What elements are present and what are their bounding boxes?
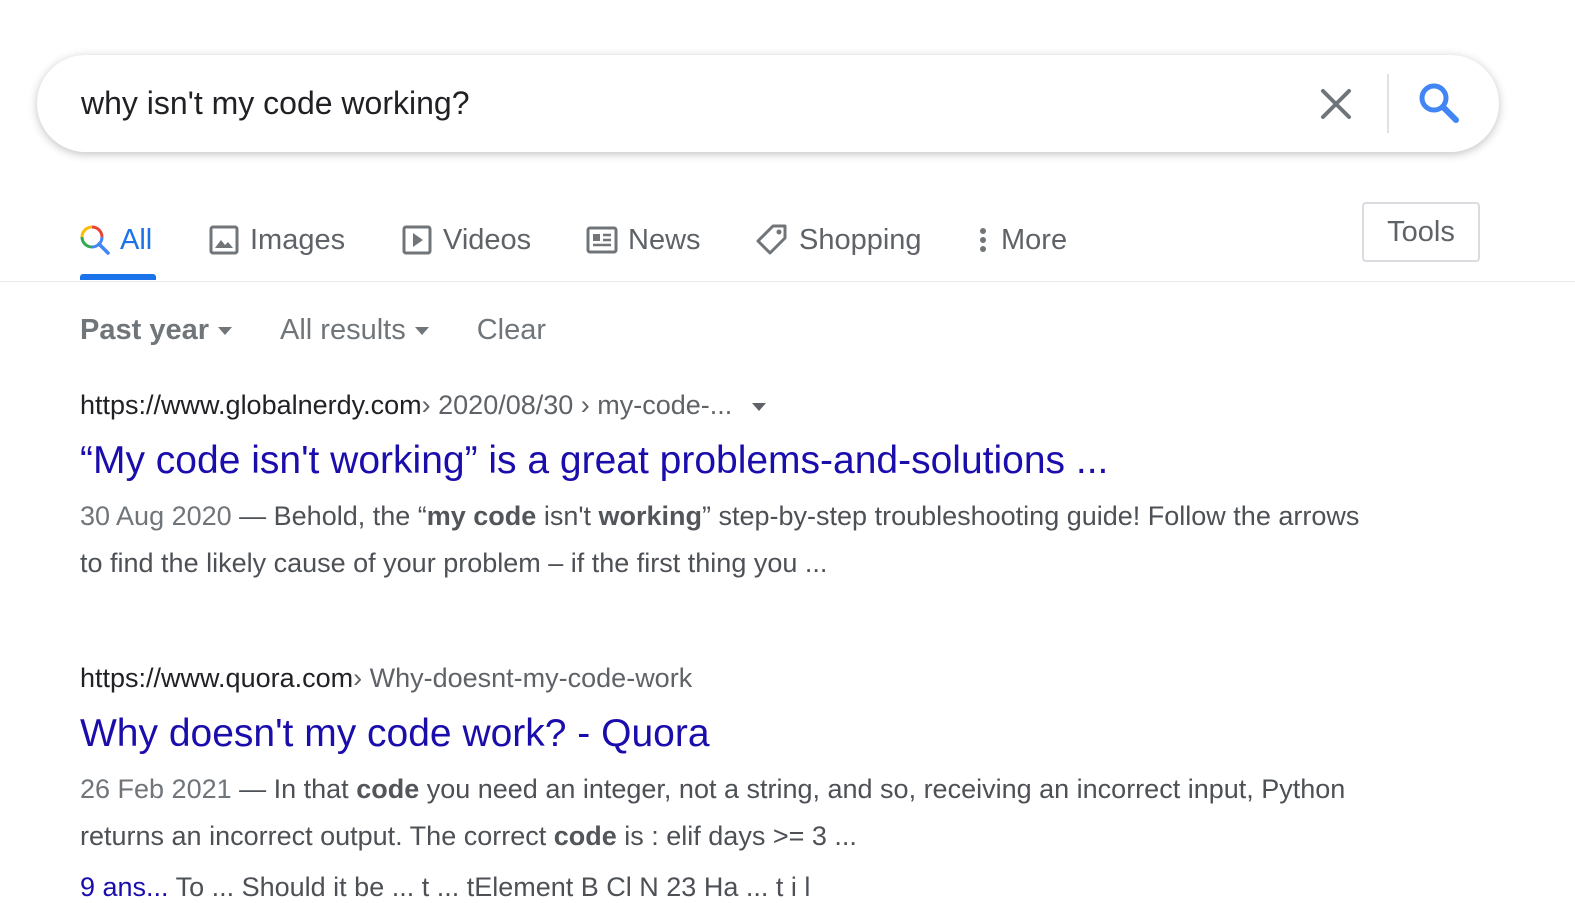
tools-button[interactable]: Tools bbox=[1362, 202, 1480, 262]
search-icon bbox=[1419, 83, 1459, 123]
snippet-highlight: code bbox=[356, 774, 420, 804]
active-tab-indicator bbox=[80, 274, 156, 280]
tab-label: All bbox=[120, 223, 153, 256]
cutoff-sitelinks: 9 ans... To ... Should it be ... t ... t… bbox=[80, 872, 810, 903]
tab-shopping[interactable]: Shopping bbox=[755, 200, 922, 280]
search-result: https://www.quora.com › Why-doesnt-my-co… bbox=[80, 663, 1380, 860]
tab-label: Shopping bbox=[799, 223, 922, 256]
tab-videos[interactable]: Videos bbox=[401, 200, 531, 280]
search-divider bbox=[1387, 74, 1389, 133]
newspaper-icon bbox=[586, 224, 618, 256]
time-filter-label: Past year bbox=[80, 313, 209, 346]
result-date: 30 Aug 2020 bbox=[80, 501, 232, 531]
sitelink[interactable]: 9 ans... bbox=[80, 872, 169, 902]
search-tabs: All Images Videos News Shopping More bbox=[0, 200, 1575, 282]
tab-label: Images bbox=[250, 223, 346, 256]
snippet-text: isn't bbox=[536, 501, 599, 531]
tab-images[interactable]: Images bbox=[208, 200, 345, 280]
result-snippet: 30 Aug 2020 — Behold, the “my code isn't… bbox=[80, 493, 1360, 587]
result-url: https://www.quora.com › Why-doesnt-my-co… bbox=[80, 663, 1380, 694]
tab-label: News bbox=[628, 223, 701, 256]
tab-more[interactable]: More bbox=[975, 200, 1067, 280]
time-filter-dropdown[interactable]: Past year bbox=[80, 314, 232, 347]
sitelink-text: To ... Should it be ... t ... tElement B… bbox=[168, 872, 811, 902]
more-vert-icon bbox=[975, 224, 991, 256]
result-path: › Why-doesnt-my-code-work bbox=[353, 663, 693, 693]
tab-label: Videos bbox=[443, 223, 532, 256]
clear-filters-button[interactable]: Clear bbox=[477, 314, 546, 347]
search-result: https://www.globalnerdy.com › 2020/08/30… bbox=[80, 390, 1380, 587]
search-input[interactable] bbox=[81, 77, 1261, 129]
clear-search-button[interactable] bbox=[1314, 82, 1358, 126]
image-icon bbox=[208, 224, 240, 256]
snippet-text: — Behold, the “ bbox=[231, 501, 427, 531]
search-box bbox=[37, 55, 1499, 152]
tag-icon bbox=[755, 223, 789, 257]
caret-down-icon bbox=[414, 327, 429, 335]
result-url: https://www.globalnerdy.com › 2020/08/30… bbox=[80, 390, 1380, 421]
results-filter-label: All results bbox=[280, 313, 406, 346]
search-multicolor-icon bbox=[80, 225, 110, 255]
result-domain: https://www.quora.com bbox=[80, 663, 354, 693]
result-title-link[interactable]: “My code isn't working” is a great probl… bbox=[80, 439, 1380, 483]
filter-bar: Past year All results Clear bbox=[80, 310, 594, 350]
result-snippet: 26 Feb 2021 — In that code you need an i… bbox=[80, 766, 1360, 860]
play-icon bbox=[401, 224, 433, 256]
tab-label: More bbox=[1001, 223, 1068, 256]
close-icon bbox=[1321, 89, 1351, 119]
snippet-highlight: working bbox=[598, 501, 703, 531]
snippet-highlight: code bbox=[553, 821, 617, 851]
snippet-text: — In that bbox=[231, 774, 357, 804]
tab-news[interactable]: News bbox=[586, 200, 701, 280]
snippet-highlight: my code bbox=[426, 501, 537, 531]
search-submit-button[interactable] bbox=[1415, 79, 1463, 127]
result-title-link[interactable]: Why doesn't my code work? - Quora bbox=[80, 712, 1380, 756]
result-path: › 2020/08/30 › my-code-... bbox=[421, 390, 733, 420]
tab-all[interactable]: All bbox=[80, 200, 152, 280]
result-menu-caret-icon[interactable] bbox=[752, 402, 767, 411]
caret-down-icon bbox=[218, 327, 232, 335]
clear-filters-label: Clear bbox=[476, 313, 547, 346]
result-date: 26 Feb 2021 bbox=[80, 774, 232, 804]
snippet-text: is : elif days >= 3 ... bbox=[616, 821, 857, 851]
result-domain: https://www.globalnerdy.com bbox=[80, 390, 422, 420]
results-filter-dropdown[interactable]: All results bbox=[280, 314, 429, 347]
